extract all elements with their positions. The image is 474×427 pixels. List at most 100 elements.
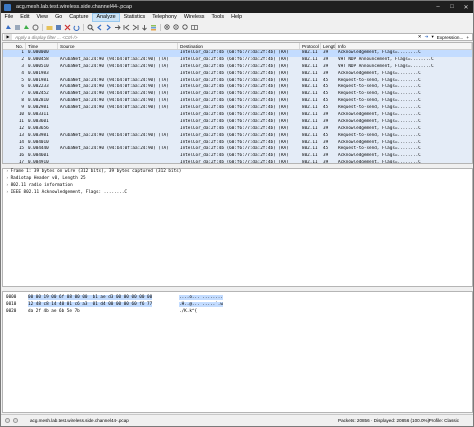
zoom-out-icon[interactable] bbox=[172, 23, 180, 31]
column-header-source[interactable]: Source bbox=[58, 43, 178, 49]
packet-source: ArubaNet_aa:24:90 (94:b4:0f:aa:24:90) (T… bbox=[60, 98, 169, 104]
packet-row[interactable]: 11 0.003601 IntelCor_da:2f:4b (60:f6:77:da… bbox=[3, 118, 472, 126]
packet-row[interactable]: 13 0.003981 ArubaNet_aa:24:90 (94:b4:0f:aa… bbox=[3, 132, 472, 140]
packet-info: Request-to-send, Flags=........C bbox=[338, 105, 421, 111]
hex-row[interactable]: 0020 da 2f 4b ae 6b 5e 7b ./K.k^{ bbox=[3, 309, 472, 316]
packet-row[interactable]: 17 0.004910 IntelCor_da:2f:4b (60:f6:77:da… bbox=[3, 160, 472, 164]
packet-row[interactable]: 2 0.000458 ArubaNet_aa:24:90 (94:b4:0f:aa:… bbox=[3, 56, 472, 64]
hex-row[interactable]: 0000 00 00 19 00 6f 08 00 00 b1 ae d3 00… bbox=[3, 295, 472, 302]
filter-apply-icon[interactable]: ➜ bbox=[425, 34, 429, 40]
packet-row[interactable]: 5 0.001981 ArubaNet_aa:24:90 (94:b4:0f:aa:… bbox=[3, 77, 472, 85]
capture-options-icon[interactable] bbox=[31, 23, 39, 31]
packet-info: Request-to-send, Flags=........C bbox=[338, 98, 421, 104]
packet-length: 39 bbox=[323, 118, 329, 124]
menu-go[interactable]: Go bbox=[52, 13, 66, 22]
zoom-normal-icon[interactable] bbox=[181, 23, 189, 31]
menu-edit[interactable]: Edit bbox=[17, 13, 33, 22]
packet-row[interactable]: 12 0.003656 IntelCor_da:2f:4b (60:f6:77:da… bbox=[3, 125, 472, 133]
start-capture-icon[interactable] bbox=[4, 23, 12, 31]
go-to-packet-icon[interactable] bbox=[113, 23, 121, 31]
minimize-icon[interactable]: – bbox=[431, 1, 445, 13]
resize-columns-icon[interactable] bbox=[190, 23, 198, 31]
packet-source: ArubaNet_aa:24:90 (94:b4:0f:aa:24:90) (T… bbox=[60, 91, 169, 97]
display-filter-input[interactable] bbox=[15, 34, 295, 40]
packet-info: Acknowledgement, Flags=........C bbox=[338, 139, 421, 145]
packet-time: 0.003601 bbox=[28, 118, 49, 124]
open-file-icon[interactable] bbox=[45, 23, 53, 31]
detail-row[interactable]: › Radiotap Header v0, Length 25 bbox=[3, 176, 472, 183]
packet-row[interactable]: 8 0.002810 ArubaNet_aa:24:90 (94:b4:0f:aa:… bbox=[3, 98, 472, 106]
zoom-in-icon[interactable] bbox=[163, 23, 171, 31]
last-packet-icon[interactable] bbox=[131, 23, 139, 31]
menu-wireless[interactable]: Wireless bbox=[180, 13, 208, 22]
column-header-protocol[interactable]: Protocol bbox=[300, 43, 321, 49]
packet-no: 12 bbox=[18, 125, 24, 131]
packet-row[interactable]: 6 0.002233 ArubaNet_aa:24:90 (94:b4:0f:aa:… bbox=[3, 84, 472, 92]
expand-arrow-icon[interactable]: › bbox=[6, 169, 9, 174]
packet-length: 39 bbox=[323, 153, 329, 159]
expert-info-icon[interactable] bbox=[5, 418, 10, 423]
packet-protocol: 802.11 bbox=[302, 63, 318, 69]
expression-button[interactable]: Expression... bbox=[437, 35, 464, 40]
column-header-destination[interactable]: Destination bbox=[178, 43, 300, 49]
packet-row[interactable]: 3 0.000510 ArubaNet_aa:24:90 (94:b4:0f:aa:… bbox=[3, 63, 472, 71]
packet-source bbox=[58, 140, 178, 147]
packet-destination: IntelCor_da:2f:4b (60:f6:77:da:2f:4b) (R… bbox=[180, 77, 289, 83]
bookmark-icon[interactable]: ▶ bbox=[4, 34, 12, 40]
packet-length: 39 bbox=[323, 112, 329, 118]
packet-row[interactable]: 14 0.004010 IntelCor_da:2f:4b (60:f6:77:da… bbox=[3, 139, 472, 147]
column-header-info[interactable]: Info bbox=[336, 43, 472, 49]
column-header-time[interactable]: Time bbox=[26, 43, 58, 49]
packet-time: 0.002810 bbox=[28, 98, 49, 104]
expand-arrow-icon[interactable]: › bbox=[6, 176, 9, 181]
menu-view[interactable]: View bbox=[33, 13, 52, 22]
colorize-icon[interactable] bbox=[149, 23, 157, 31]
capture-comment-icon[interactable] bbox=[13, 418, 18, 423]
menu-statistics[interactable]: Statistics bbox=[120, 13, 149, 22]
hex-row[interactable]: 0010 12 48 c8 14 40 01 c6 a3 01 d4 00 00… bbox=[3, 301, 472, 309]
packet-row[interactable]: 9 0.002981 ArubaNet_aa:24:90 (94:b4:0f:aa:… bbox=[3, 105, 472, 113]
packet-length: 39 bbox=[323, 139, 329, 145]
stop-capture-icon[interactable] bbox=[13, 23, 21, 31]
add-filter-button[interactable]: + bbox=[466, 35, 469, 40]
find-packet-icon[interactable] bbox=[86, 23, 94, 31]
detail-row[interactable]: › 802.11 radio information bbox=[3, 183, 472, 190]
column-header-length[interactable]: Length bbox=[321, 43, 336, 49]
menu-telephony[interactable]: Telephony bbox=[149, 13, 181, 22]
packet-time: 0.003311 bbox=[28, 112, 49, 118]
packet-row[interactable]: 7 0.002452 ArubaNet_aa:24:90 (94:b4:0f:aa:… bbox=[3, 91, 472, 99]
packet-row[interactable]: 4 0.001983 IntelCor_da:2f:4b (60:f6:77:da:… bbox=[3, 70, 472, 78]
save-file-icon[interactable] bbox=[54, 23, 62, 31]
detail-row[interactable]: › IEEE 802.11 Acknowledgement, Flags: ...… bbox=[3, 190, 472, 197]
status-profile[interactable]: Profile: Classic bbox=[429, 418, 459, 423]
close-file-icon[interactable] bbox=[63, 23, 71, 31]
detail-row[interactable]: › Frame 1: 39 bytes on wire (312 bits), 3… bbox=[3, 169, 472, 176]
restart-capture-icon[interactable] bbox=[22, 23, 30, 31]
column-header-no[interactable]: No. bbox=[3, 43, 26, 49]
packet-time: 0.004910 bbox=[28, 160, 49, 164]
packet-row[interactable]: 10 0.003311 IntelCor_da:2f:4b (60:f6:77:da… bbox=[3, 112, 472, 119]
filter-clear-icon[interactable]: ✕ bbox=[418, 34, 422, 40]
menu-help[interactable]: Help bbox=[228, 13, 246, 22]
reload-file-icon[interactable] bbox=[72, 23, 80, 31]
menu-tools[interactable]: Tools bbox=[208, 13, 228, 22]
expand-arrow-icon[interactable]: › bbox=[6, 183, 9, 188]
autoscroll-icon[interactable] bbox=[140, 23, 148, 31]
status-bar: acg.mesh.lab.test.wireless.side.channel4… bbox=[1, 414, 473, 426]
go-forward-icon[interactable] bbox=[104, 23, 112, 31]
first-packet-icon[interactable] bbox=[122, 23, 130, 31]
maximize-icon[interactable]: □ bbox=[445, 1, 459, 13]
packet-row[interactable]: 15 0.004440 ArubaNet_aa:24:90 (94:b4:0f:aa… bbox=[3, 146, 472, 154]
packet-row[interactable]: 16 0.004601 IntelCor_da:2f:4b (60:f6:77:da… bbox=[3, 153, 472, 161]
filter-history-icon[interactable]: ▾ bbox=[431, 34, 433, 40]
go-back-icon[interactable] bbox=[95, 23, 103, 31]
menu-analyze[interactable]: Analyze bbox=[91, 13, 121, 22]
expand-arrow-icon[interactable]: › bbox=[6, 190, 9, 195]
packet-row[interactable]: 1 0.000000 IntelCor_da:2f:4b (60:f6:77:da:… bbox=[3, 50, 472, 57]
packet-source: ArubaNet_aa:24:90 (94:b4:0f:aa:24:90) (T… bbox=[60, 105, 169, 111]
packet-length: 39 bbox=[323, 56, 329, 62]
menu-file[interactable]: File bbox=[1, 13, 17, 22]
packet-source bbox=[58, 50, 178, 57]
menu-capture[interactable]: Capture bbox=[66, 13, 92, 22]
close-icon[interactable]: ✕ bbox=[459, 1, 473, 13]
